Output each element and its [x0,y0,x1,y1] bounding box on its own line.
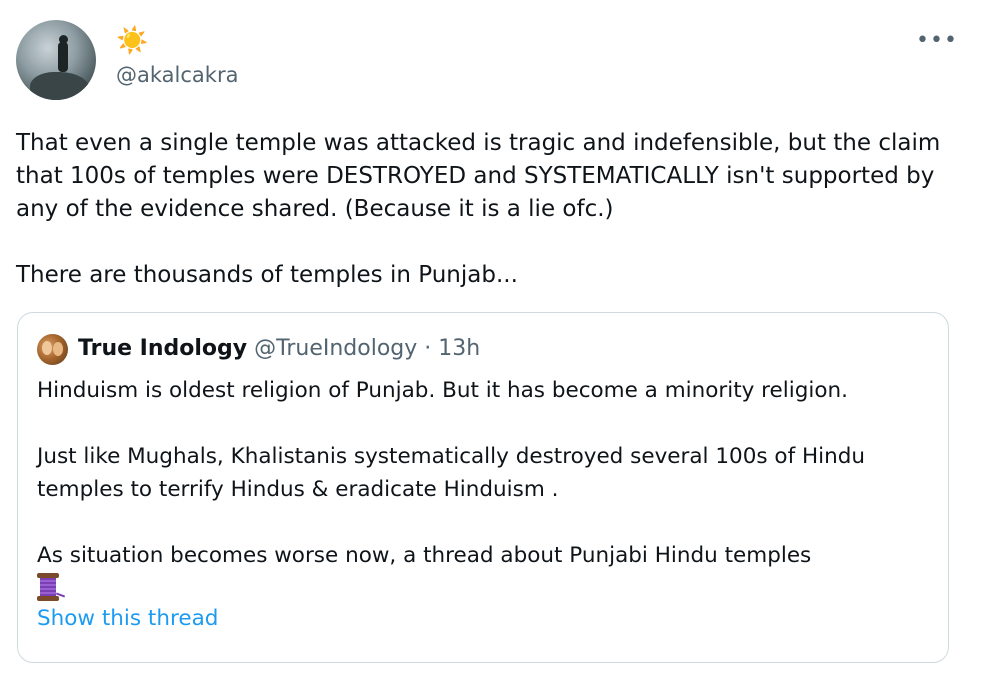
user-handle[interactable]: @akalcakra [116,63,238,87]
user-avatar[interactable] [16,20,96,100]
tweet-paragraph: That even a single temple was attacked i… [16,130,941,222]
spool-of-thread-icon [37,572,66,602]
tweet-paragraph: There are thousands of temples in Punjab… [16,262,518,288]
quoted-tweet-header: True Indology @TrueIndology · 13h [78,335,480,363]
quoted-tweet-card[interactable]: True Indology @TrueIndology · 13h Hindui… [17,312,949,663]
quoted-timestamp: 13h [438,336,481,361]
quoted-paragraph-text: As situation becomes worse now, a thread… [37,543,812,568]
show-thread-link[interactable]: Show this thread [37,602,932,635]
quoted-display-name: True Indology [78,336,248,361]
tweet-text: That even a single temple was attacked i… [16,127,956,292]
display-name[interactable]: ☀️ [116,26,148,56]
quoted-paragraph: Just like Mughals, Khalistanis systemati… [37,444,866,502]
quoted-tweet-text: Hinduism is oldest religion of Punjab. B… [37,374,932,635]
more-options-icon[interactable]: ••• [916,30,957,52]
quoted-user-avatar [37,334,68,365]
quoted-handle: @TrueIndology [254,336,418,361]
quoted-paragraph: As situation becomes worse now, a thread… [37,539,932,635]
quoted-paragraph: Hinduism is oldest religion of Punjab. B… [37,378,848,403]
meta-separator: · [424,336,432,361]
